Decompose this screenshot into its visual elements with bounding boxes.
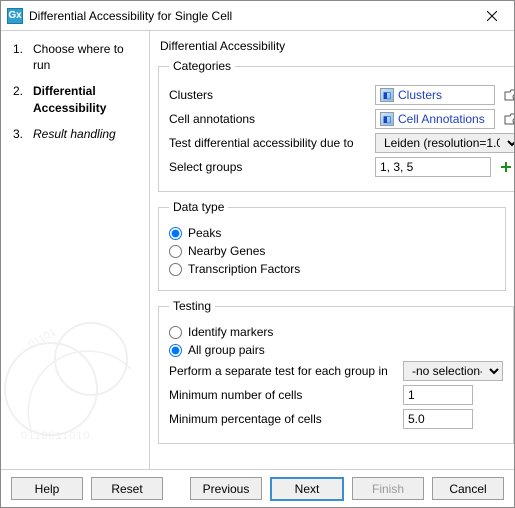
wizard-content: Differential Accessibility Categories Cl… bbox=[149, 31, 514, 469]
step-number: 2. bbox=[13, 83, 27, 115]
help-button[interactable]: Help bbox=[11, 477, 83, 500]
step-label: Differential Accessibility bbox=[33, 83, 143, 115]
categories-group: Categories Clusters ◧ Clusters Cell anno… bbox=[158, 59, 514, 192]
annotations-value-box: ◧ Cell Annotations bbox=[375, 109, 495, 129]
datatype-radio-nearby-genes[interactable] bbox=[169, 245, 182, 258]
testing-mode-label: Identify markers bbox=[188, 325, 273, 339]
testing-mode-label: All group pairs bbox=[188, 343, 265, 357]
datatype-option-peaks[interactable]: Peaks bbox=[169, 226, 495, 240]
next-button[interactable]: Next bbox=[270, 477, 344, 501]
titlebar: Gx Differential Accessibility for Single… bbox=[1, 1, 514, 31]
clusters-value-box: ◧ Clusters bbox=[375, 85, 495, 105]
datatype-label: Transcription Factors bbox=[188, 262, 300, 276]
testing-group: Testing Identify markers All group pairs… bbox=[158, 299, 514, 444]
datatype-option-nearby-genes[interactable]: Nearby Genes bbox=[169, 244, 495, 258]
wizard-step-2[interactable]: 2. Differential Accessibility bbox=[13, 83, 143, 115]
plus-icon bbox=[500, 161, 512, 173]
watermark-icon: 0110011010 01101 bbox=[1, 289, 149, 459]
min-pct-input[interactable] bbox=[403, 409, 473, 429]
min-pct-label: Minimum percentage of cells bbox=[169, 412, 397, 426]
app-icon: Gx bbox=[7, 8, 23, 24]
categories-legend: Categories bbox=[169, 59, 235, 73]
svg-text:0110011010: 0110011010 bbox=[21, 430, 91, 442]
separate-test-label: Perform a separate test for each group i… bbox=[169, 364, 397, 378]
testing-option-all-group-pairs[interactable]: All group pairs bbox=[169, 343, 503, 357]
min-cells-label: Minimum number of cells bbox=[169, 388, 397, 402]
finish-button: Finish bbox=[352, 477, 424, 500]
clusters-object-icon: ◧ bbox=[380, 88, 394, 102]
browse-icon bbox=[504, 112, 514, 126]
step-label: Choose where to run bbox=[33, 41, 143, 73]
testing-radio-all-group-pairs[interactable] bbox=[169, 344, 182, 357]
wizard-step-1[interactable]: 1. Choose where to run bbox=[13, 41, 143, 73]
datatype-radio-peaks[interactable] bbox=[169, 227, 182, 240]
testing-option-identify-markers[interactable]: Identify markers bbox=[169, 325, 503, 339]
annotations-value: Cell Annotations bbox=[398, 112, 485, 126]
reset-button[interactable]: Reset bbox=[91, 477, 163, 500]
wizard-step-3[interactable]: 3. Result handling bbox=[13, 126, 143, 142]
step-number: 1. bbox=[13, 41, 27, 73]
close-icon bbox=[487, 11, 497, 21]
svg-text:01101: 01101 bbox=[27, 326, 59, 351]
browse-icon bbox=[504, 88, 514, 102]
panel-title: Differential Accessibility bbox=[160, 39, 506, 53]
previous-button[interactable]: Previous bbox=[190, 477, 262, 500]
annotations-label: Cell annotations bbox=[169, 112, 369, 126]
datatype-label: Peaks bbox=[188, 226, 221, 240]
clusters-label: Clusters bbox=[169, 88, 369, 102]
test-due-to-select[interactable]: Leiden (resolution=1.0) bbox=[375, 133, 514, 153]
datatype-option-transcription-factors[interactable]: Transcription Factors bbox=[169, 262, 495, 276]
test-due-to-label: Test differential accessibility due to bbox=[169, 136, 369, 150]
select-groups-label: Select groups bbox=[169, 160, 369, 174]
add-group-button[interactable] bbox=[497, 158, 514, 176]
window-title: Differential Accessibility for Single Ce… bbox=[29, 9, 232, 23]
testing-legend: Testing bbox=[169, 299, 215, 313]
annotations-browse-button[interactable] bbox=[501, 109, 514, 129]
annotations-object-icon: ◧ bbox=[380, 112, 394, 126]
cancel-button[interactable]: Cancel bbox=[432, 477, 504, 500]
wizard-footer: Help Reset Previous Next Finish Cancel bbox=[1, 469, 514, 507]
clusters-browse-button[interactable] bbox=[501, 85, 514, 105]
wizard-sidebar: 1. Choose where to run 2. Differential A… bbox=[1, 31, 149, 469]
step-number: 3. bbox=[13, 126, 27, 142]
close-button[interactable] bbox=[470, 1, 514, 30]
datatype-radio-transcription-factors[interactable] bbox=[169, 263, 182, 276]
min-cells-input[interactable] bbox=[403, 385, 473, 405]
select-groups-input[interactable] bbox=[375, 157, 491, 177]
testing-radio-identify-markers[interactable] bbox=[169, 326, 182, 339]
datatype-group: Data type Peaks Nearby Genes Transcripti… bbox=[158, 200, 506, 291]
clusters-value: Clusters bbox=[398, 88, 442, 102]
datatype-legend: Data type bbox=[169, 200, 228, 214]
separate-test-select[interactable]: -no selection- bbox=[403, 361, 503, 381]
step-label: Result handling bbox=[33, 126, 116, 142]
datatype-label: Nearby Genes bbox=[188, 244, 265, 258]
